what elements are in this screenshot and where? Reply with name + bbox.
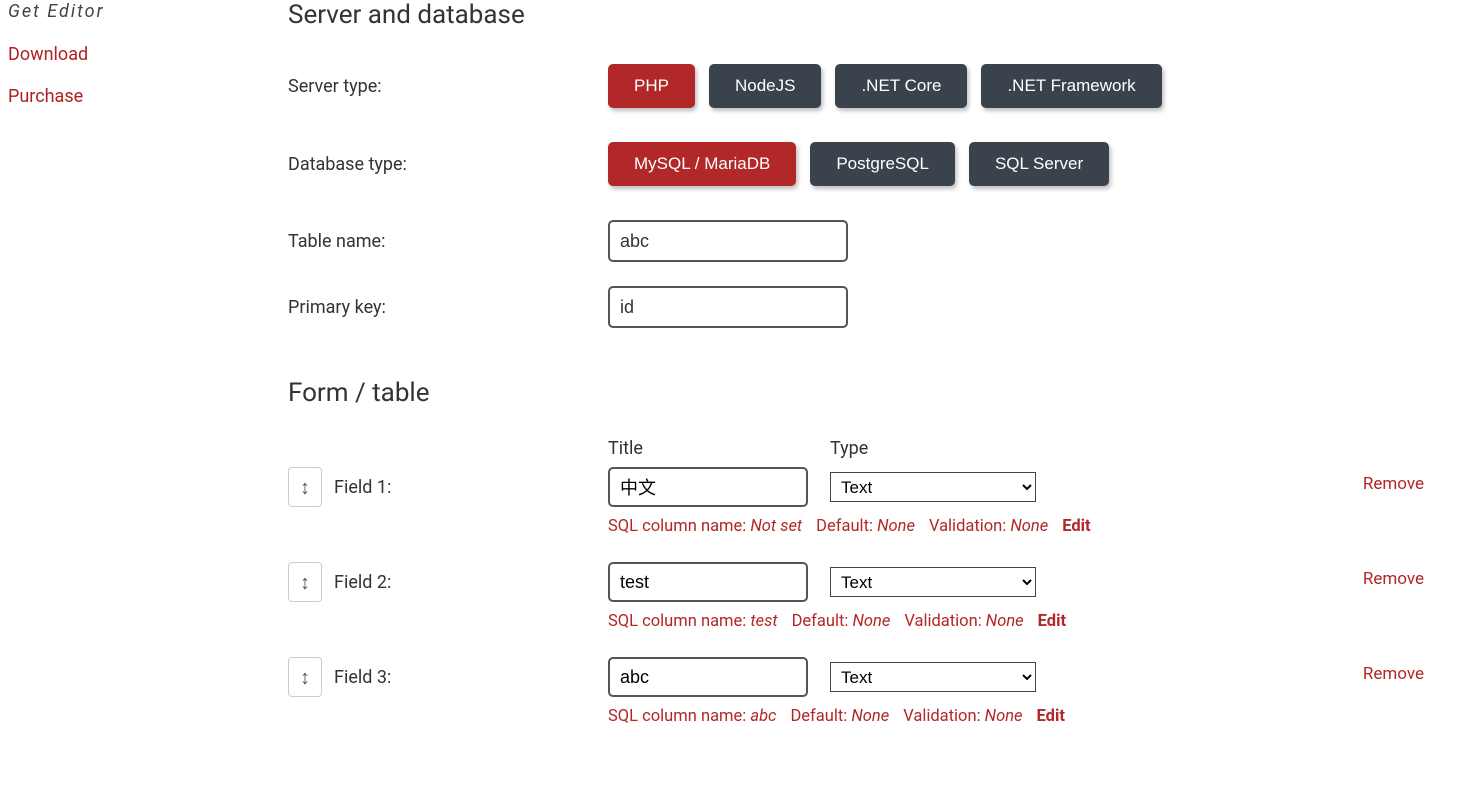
remove-button[interactable]: Remove [1363, 474, 1424, 494]
field-row: ↕ Field 3: Text SQL column name: abc [288, 657, 1464, 726]
field-title-input[interactable] [608, 467, 808, 507]
field-row: ↕ Field 1: Text SQL column name: Not set [288, 467, 1464, 536]
field-label: Field 3: [334, 667, 391, 688]
sql-column-meta: SQL column name: Not set [608, 517, 802, 536]
drag-handle-icon[interactable]: ↕ [288, 657, 322, 697]
form-table-heading: Form / table [288, 378, 1464, 408]
validation-meta: Validation: None [904, 612, 1023, 631]
main-content: Server and database Server type: PHP Nod… [288, 0, 1464, 752]
server-type-php-button[interactable]: PHP [608, 64, 695, 108]
sidebar-get-editor[interactable]: Get Editor [8, 0, 288, 23]
sidebar-download[interactable]: Download [8, 43, 288, 66]
database-type-mysql-button[interactable]: MySQL / MariaDB [608, 142, 796, 186]
database-type-sqlserver-button[interactable]: SQL Server [969, 142, 1109, 186]
sidebar: Get Editor Download Purchase [0, 0, 288, 752]
server-type-label: Server type: [288, 76, 608, 97]
validation-meta: Validation: None [929, 517, 1048, 536]
server-type-row: Server type: PHP NodeJS .NET Core .NET F… [288, 64, 1464, 108]
field-title-input[interactable] [608, 657, 808, 697]
drag-handle-icon[interactable]: ↕ [288, 467, 322, 507]
sql-column-meta: SQL column name: test [608, 612, 778, 631]
edit-button[interactable]: Edit [1038, 612, 1066, 631]
edit-button[interactable]: Edit [1062, 517, 1090, 536]
primary-key-input[interactable] [608, 286, 848, 328]
remove-button[interactable]: Remove [1363, 569, 1424, 589]
database-type-postgres-button[interactable]: PostgreSQL [810, 142, 955, 186]
validation-meta: Validation: None [903, 707, 1022, 726]
default-meta: Default: None [792, 612, 891, 631]
field-label: Field 1: [334, 477, 391, 498]
title-header: Title [608, 438, 830, 459]
field-type-select[interactable]: Text [830, 472, 1036, 502]
type-header: Type [830, 438, 868, 459]
sql-column-meta: SQL column name: abc [608, 707, 776, 726]
primary-key-label: Primary key: [288, 297, 608, 318]
field-row: ↕ Field 2: Text SQL column name: test [288, 562, 1464, 631]
table-name-input[interactable] [608, 220, 848, 262]
field-title-input[interactable] [608, 562, 808, 602]
remove-button[interactable]: Remove [1363, 664, 1424, 684]
primary-key-row: Primary key: [288, 286, 1464, 328]
field-type-select[interactable]: Text [830, 567, 1036, 597]
drag-handle-icon[interactable]: ↕ [288, 562, 322, 602]
default-meta: Default: None [790, 707, 889, 726]
server-type-netcore-button[interactable]: .NET Core [835, 64, 967, 108]
table-name-label: Table name: [288, 231, 608, 252]
edit-button[interactable]: Edit [1037, 707, 1065, 726]
server-db-heading: Server and database [288, 0, 1464, 30]
table-name-row: Table name: [288, 220, 1464, 262]
database-type-label: Database type: [288, 154, 608, 175]
field-label: Field 2: [334, 572, 391, 593]
default-meta: Default: None [816, 517, 915, 536]
sidebar-purchase[interactable]: Purchase [8, 85, 288, 108]
database-type-row: Database type: MySQL / MariaDB PostgreSQ… [288, 142, 1464, 186]
server-type-nodejs-button[interactable]: NodeJS [709, 64, 821, 108]
server-type-netframework-button[interactable]: .NET Framework [981, 64, 1161, 108]
field-headers: Title Type [288, 438, 1464, 459]
field-type-select[interactable]: Text [830, 662, 1036, 692]
